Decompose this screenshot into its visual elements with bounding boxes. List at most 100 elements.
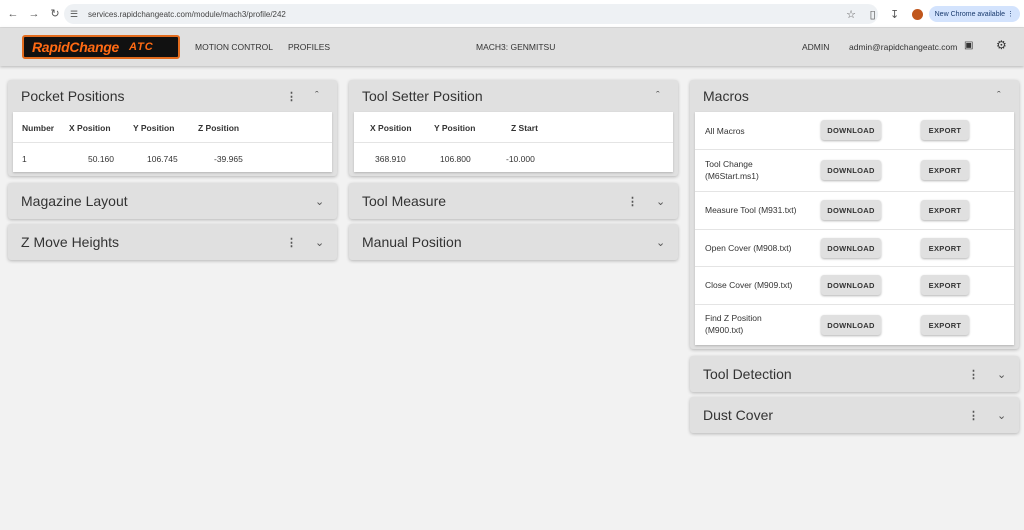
- tool-detection-title: Tool Detection: [703, 366, 792, 382]
- list-item: Close Cover (M909.txt) DOWNLOAD EXPORT: [695, 267, 1014, 304]
- macro-label: All Macros: [705, 126, 745, 136]
- macro-label: Tool Change: [705, 159, 753, 169]
- pocket-positions-panel: Pocket Positions ⋮ ˆ Number X Position Y…: [8, 80, 337, 176]
- macro-label: Measure Tool (M931.txt): [705, 205, 797, 215]
- logo-text: RapidChange: [32, 39, 119, 55]
- chevron-up-icon[interactable]: ˆ: [656, 90, 660, 102]
- nav-admin[interactable]: ADMIN: [802, 42, 829, 52]
- chevron-up-icon[interactable]: ˆ: [997, 90, 1001, 102]
- forward-icon[interactable]: →: [26, 6, 42, 22]
- chrome-update-button[interactable]: New Chrome available ⋮: [928, 6, 1020, 22]
- bookmark-star-icon[interactable]: ☆: [846, 8, 856, 21]
- dust-cover-panel[interactable]: Dust Cover ⋮ ⌄: [690, 397, 1019, 433]
- site-info-icon[interactable]: ☰: [70, 9, 84, 20]
- macro-label: Find Z Position: [705, 313, 762, 323]
- gear-icon[interactable]: ⚙: [996, 38, 1007, 52]
- list-item: Open Cover (M908.txt) DOWNLOAD EXPORT: [695, 230, 1014, 266]
- table-cell-y: 106.745: [147, 154, 178, 164]
- z-move-heights-panel[interactable]: Z Move Heights ⋮ ⌄: [8, 224, 337, 260]
- column-header-z: Z Position: [198, 123, 240, 133]
- rapidchange-logo[interactable]: RapidChange ATC: [22, 35, 180, 59]
- chevron-down-icon[interactable]: ⌄: [997, 368, 1006, 381]
- download-button[interactable]: DOWNLOAD: [821, 120, 881, 140]
- tool-measure-title: Tool Measure: [362, 193, 447, 209]
- chevron-down-icon[interactable]: ⌄: [656, 195, 665, 208]
- pocket-positions-title: Pocket Positions: [21, 88, 125, 104]
- browser-toolbar: ← → ↻ ☰ services.rapidchangeatc.com/modu…: [0, 0, 1024, 28]
- macros-list: All Macros DOWNLOAD EXPORT Tool Change (…: [695, 112, 1014, 345]
- column-header-z-start: Z Start: [511, 123, 538, 133]
- download-button[interactable]: DOWNLOAD: [821, 238, 881, 258]
- table-cell-z: -39.965: [214, 154, 243, 164]
- chevron-down-icon[interactable]: ⌄: [656, 236, 665, 249]
- download-icon[interactable]: ↧: [884, 8, 906, 21]
- column-header-y: Y Position: [434, 123, 476, 133]
- list-item: All Macros DOWNLOAD EXPORT: [695, 112, 1014, 149]
- download-button[interactable]: DOWNLOAD: [821, 315, 881, 335]
- profile-title: MACH3: GENMITSU: [476, 42, 556, 52]
- macro-label: Open Cover (M908.txt): [705, 243, 792, 253]
- table-cell-y: 106.800: [440, 154, 471, 164]
- nav-motion-control[interactable]: MOTION CONTROL: [195, 42, 273, 52]
- pocket-positions-menu-icon[interactable]: ⋮: [286, 90, 297, 103]
- address-bar[interactable]: ☰ services.rapidchangeatc.com/module/mac…: [64, 4, 878, 24]
- chevron-down-icon[interactable]: ⌄: [315, 195, 324, 208]
- table-cell-x: 50.160: [88, 154, 114, 164]
- logo-suffix: ATC: [128, 41, 154, 53]
- export-button[interactable]: EXPORT: [921, 200, 969, 220]
- list-item: Measure Tool (M931.txt) DOWNLOAD EXPORT: [695, 192, 1014, 229]
- export-button[interactable]: EXPORT: [921, 238, 969, 258]
- download-button[interactable]: DOWNLOAD: [821, 275, 881, 295]
- tool-measure-menu-icon[interactable]: ⋮: [627, 195, 638, 208]
- chevron-up-icon[interactable]: ˆ: [315, 90, 319, 102]
- macros-title: Macros: [703, 88, 749, 104]
- z-move-heights-menu-icon[interactable]: ⋮: [286, 236, 297, 249]
- table-cell-number: 1: [22, 154, 27, 164]
- reload-icon[interactable]: ↻: [47, 6, 63, 22]
- tool-detection-panel[interactable]: Tool Detection ⋮ ⌄: [690, 356, 1019, 392]
- export-button[interactable]: EXPORT: [921, 275, 969, 295]
- column-header-x: X Position: [370, 123, 412, 133]
- tool-setter-title: Tool Setter Position: [362, 88, 483, 104]
- magazine-layout-title: Magazine Layout: [21, 193, 128, 209]
- magazine-layout-panel[interactable]: Magazine Layout ⌄: [8, 183, 337, 219]
- macro-filename: (M6Start.ms1): [705, 171, 759, 181]
- extensions-icon[interactable]: ▯: [862, 8, 884, 21]
- table-cell-z-start: -10.000: [506, 154, 535, 164]
- list-item: Find Z Position (M900.txt) DOWNLOAD EXPO…: [695, 305, 1014, 345]
- table-cell-x: 368.910: [375, 154, 406, 164]
- tool-measure-panel[interactable]: Tool Measure ⋮ ⌄: [349, 183, 678, 219]
- browser-actions: ▯ ↧ New Chrome available ⋮: [862, 0, 1024, 28]
- chevron-down-icon[interactable]: ⌄: [997, 409, 1006, 422]
- macros-panel: Macros ˆ All Macros DOWNLOAD EXPORT Tool…: [690, 80, 1019, 349]
- export-button[interactable]: EXPORT: [921, 160, 969, 180]
- column-header-x: X Position: [69, 123, 111, 133]
- manual-position-panel[interactable]: Manual Position ⌄: [349, 224, 678, 260]
- url-text: services.rapidchangeatc.com/module/mach3…: [88, 9, 286, 19]
- user-email: admin@rapidchangeatc.com: [849, 42, 958, 52]
- table-divider: [354, 142, 673, 143]
- table-divider: [13, 142, 332, 143]
- download-button[interactable]: DOWNLOAD: [821, 200, 881, 220]
- app-header: RapidChange ATC MOTION CONTROL PROFILES …: [0, 28, 1024, 66]
- column-header-number: Number: [22, 123, 55, 133]
- tool-setter-table: X Position Y Position Z Start 368.910 10…: [354, 112, 673, 172]
- tool-detection-menu-icon[interactable]: ⋮: [968, 368, 979, 381]
- dust-cover-menu-icon[interactable]: ⋮: [968, 409, 979, 422]
- back-icon[interactable]: ←: [5, 6, 21, 22]
- column-header-y: Y Position: [133, 123, 175, 133]
- macro-filename: (M900.txt): [705, 325, 744, 335]
- manual-position-title: Manual Position: [362, 234, 462, 250]
- chevron-down-icon[interactable]: ⌄: [315, 236, 324, 249]
- z-move-heights-title: Z Move Heights: [21, 234, 120, 250]
- export-button[interactable]: EXPORT: [921, 315, 969, 335]
- export-button[interactable]: EXPORT: [921, 120, 969, 140]
- nav-profiles[interactable]: PROFILES: [288, 42, 330, 52]
- account-box-icon[interactable]: ▣: [964, 40, 973, 51]
- profile-avatar[interactable]: [911, 8, 923, 20]
- pocket-positions-table: Number X Position Y Position Z Position …: [13, 112, 332, 172]
- dust-cover-title: Dust Cover: [703, 407, 774, 423]
- tool-setter-panel: Tool Setter Position ˆ X Position Y Posi…: [349, 80, 678, 176]
- chrome-update-label: New Chrome available: [934, 10, 1006, 18]
- download-button[interactable]: DOWNLOAD: [821, 160, 881, 180]
